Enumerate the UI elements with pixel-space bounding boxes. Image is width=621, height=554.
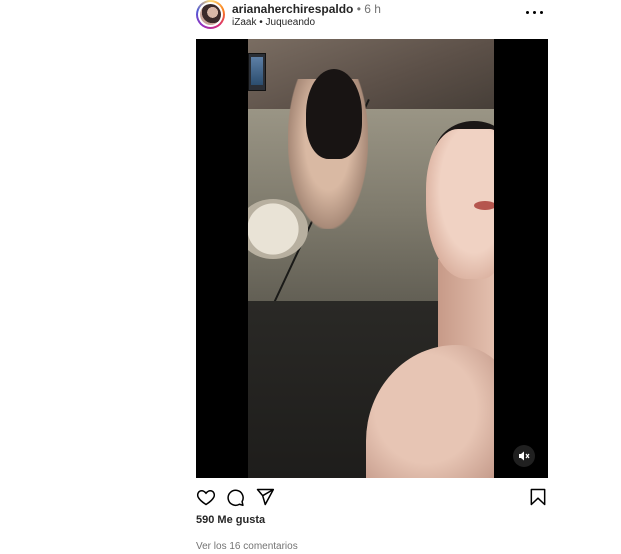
- likes-label: Me gusta: [217, 514, 266, 526]
- avatar-border: [198, 2, 223, 27]
- post-header: arianaherchirespaldo • 6 h iZaak • Juque…: [196, 0, 548, 36]
- heart-icon[interactable]: [196, 487, 218, 509]
- video-scene-person-lips: [474, 201, 494, 210]
- video-scene-phone: [248, 53, 266, 91]
- avatar[interactable]: [196, 0, 225, 29]
- speaker-muted-icon[interactable]: [513, 445, 535, 467]
- likes-number: 590: [196, 514, 215, 526]
- likes-count[interactable]: 590 Me gusta: [196, 514, 265, 526]
- audio-attribution[interactable]: iZaak • Juqueando: [232, 17, 315, 28]
- video-player[interactable]: [248, 39, 494, 478]
- comment-icon[interactable]: [225, 487, 247, 509]
- post-time[interactable]: 6 h: [364, 2, 381, 16]
- separator-dot: •: [356, 2, 361, 16]
- avatar-image: [200, 4, 221, 25]
- view-comments-link[interactable]: Ver los 16 comentarios: [196, 541, 298, 552]
- post-actions: [196, 485, 548, 511]
- bookmark-icon[interactable]: [528, 487, 550, 509]
- username-link[interactable]: arianaherchirespaldo: [232, 2, 353, 16]
- video-scene-reflection-hair: [306, 69, 362, 159]
- post-media[interactable]: [196, 39, 548, 478]
- more-options-icon[interactable]: [526, 8, 544, 16]
- send-icon[interactable]: [255, 487, 277, 509]
- post-author-line: arianaherchirespaldo • 6 h: [232, 2, 381, 16]
